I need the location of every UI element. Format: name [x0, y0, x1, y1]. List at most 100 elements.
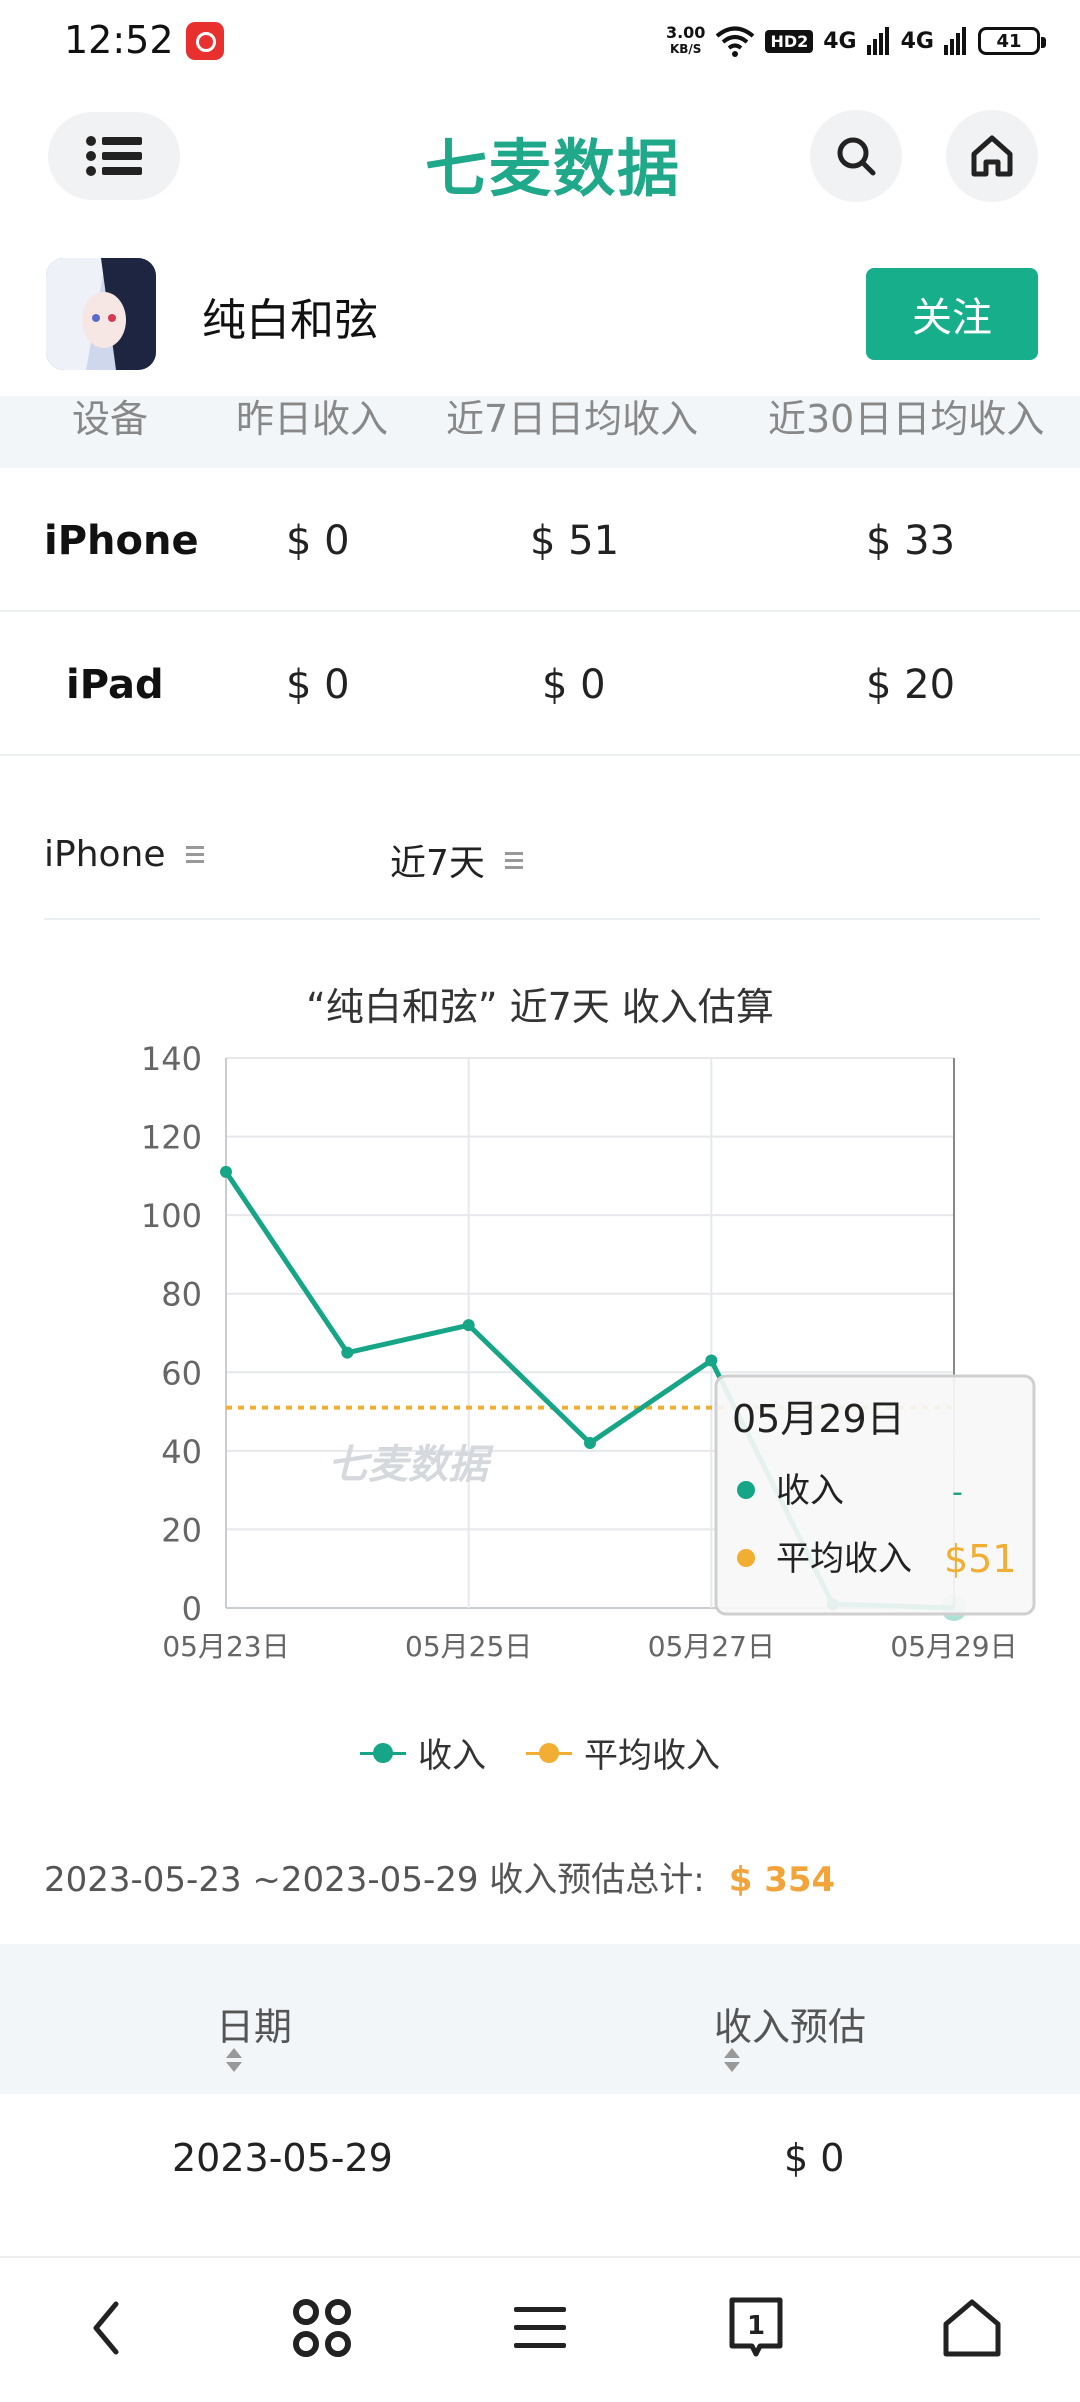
device-table-header: 设备 昨日收入 近7日日均收入 近30日日均收入: [0, 396, 1080, 468]
home-icon: [943, 2299, 1001, 2357]
device-name: iPhone: [44, 518, 199, 564]
x-tick-label: 05月23日: [162, 1630, 289, 1663]
tooltip-marker-average: [737, 1549, 755, 1567]
home-button[interactable]: [946, 110, 1038, 202]
status-icons: 3.00 KB/S HD2 4G 4G 41: [666, 18, 1046, 64]
tooltip-label-income: 收入: [776, 1471, 844, 1511]
data-point: [584, 1437, 596, 1449]
summary-total: $ 354: [728, 1860, 836, 1900]
col-device: 设备: [72, 397, 149, 441]
device-select[interactable]: iPhone: [44, 834, 204, 875]
network-speed: 3.00 KB/S: [666, 25, 705, 57]
col-date[interactable]: 日期: [216, 1996, 293, 2072]
apps-button[interactable]: [282, 2288, 362, 2368]
tooltip-value-income: -: [952, 1475, 963, 1510]
yesterday-income: $ 0: [286, 662, 350, 708]
table-row: 2023-05-29 $ 0: [0, 2094, 1080, 2224]
follow-button[interactable]: 关注: [866, 268, 1038, 360]
x-tick-label: 05月27日: [648, 1630, 775, 1663]
network-speed-value: 3.00: [665, 23, 706, 42]
y-tick-label: 80: [161, 1276, 202, 1314]
legend-average[interactable]: 平均收入: [526, 1728, 720, 1777]
y-tick-label: 60: [161, 1354, 202, 1392]
app-icon[interactable]: [46, 258, 156, 370]
col-date-label: 日期: [216, 2005, 293, 2049]
bottom-navigation: 1: [0, 2256, 1080, 2402]
signal-bars-icon: [866, 27, 889, 55]
list-icon: [185, 846, 204, 863]
search-icon: [837, 137, 876, 176]
table-row: iPhone $ 0 $ 51 $ 33: [0, 468, 1080, 612]
status-bar: 12:52 3.00 KB/S HD2 4G 4G 41: [0, 0, 1080, 84]
yesterday-income: $ 0: [286, 518, 350, 564]
back-button[interactable]: [66, 2288, 146, 2368]
data-point: [705, 1354, 718, 1367]
tooltip-value-average: $51: [944, 1537, 1017, 1581]
tabs-icon: 1: [729, 2297, 783, 2357]
col-income-label: 收入预估: [714, 2005, 867, 2049]
y-tick-label: 40: [161, 1433, 202, 1471]
home-button[interactable]: [932, 2288, 1012, 2368]
chart-legend: 收入 平均收入: [0, 1728, 1080, 1777]
device-select-value: iPhone: [44, 834, 166, 875]
list-icon: [504, 851, 523, 869]
avg7-income: $ 0: [542, 662, 606, 708]
legend-income[interactable]: 收入: [360, 1728, 486, 1777]
search-button[interactable]: [810, 110, 902, 202]
signal-4g-2: 4G: [900, 28, 934, 54]
period-select[interactable]: 近7天: [390, 834, 523, 886]
data-point: [341, 1346, 354, 1359]
tabs-button[interactable]: 1: [716, 2288, 796, 2368]
data-point: [220, 1165, 232, 1178]
x-tick-label: 05月25日: [405, 1630, 532, 1663]
y-tick-label: 20: [161, 1511, 202, 1549]
table-row: iPad $ 0 $ 0 $ 20: [0, 612, 1080, 756]
device-name: iPad: [66, 662, 164, 708]
income-chart[interactable]: 0 20 40 60 80 100 120 140 05月23日 05月25日 05月27日 05月2…: [0, 1030, 1080, 1670]
income-summary: 2023-05-23 ~2023-05-29 收入预估总计: $ 354: [44, 1852, 835, 1901]
app-name: 纯白和弦: [202, 295, 378, 346]
row-income: $ 0: [784, 2136, 845, 2180]
summary-range: 2023-05-23 ~2023-05-29 收入预估总计:: [44, 1860, 705, 1900]
site-logo[interactable]: 七麦数据: [418, 118, 688, 208]
netease-music-icon: [186, 22, 224, 60]
x-tick-label: 05月29日: [890, 1630, 1017, 1663]
y-tick-label: 120: [141, 1119, 202, 1157]
legend-label-average: 平均收入: [584, 1736, 720, 1776]
period-select-value: 近7天: [390, 843, 485, 884]
tooltip-date: 05月29日: [732, 1397, 905, 1441]
chart-watermark: 七麦数据: [328, 1442, 494, 1488]
menu-button[interactable]: [48, 112, 180, 200]
menu-button[interactable]: [500, 2288, 580, 2368]
col-avg7: 近7日日均收入: [446, 397, 699, 441]
y-tick-label: 0: [182, 1590, 202, 1628]
legend-label-income: 收入: [418, 1736, 486, 1776]
avg7-income: $ 51: [530, 518, 620, 564]
legend-marker-income: [360, 1742, 406, 1763]
apps-icon: [293, 2299, 351, 2357]
app-artwork-image: [46, 258, 156, 370]
daily-table-header: 日期 收入预估: [0, 1944, 1080, 2094]
battery-level: 41: [996, 30, 1022, 52]
col-avg30: 近30日日均收入: [768, 397, 1045, 441]
divider: [44, 918, 1040, 920]
row-date: 2023-05-29: [172, 2136, 393, 2180]
back-icon: [93, 2301, 119, 2355]
wifi-icon: [716, 26, 755, 57]
status-time: 12:52: [64, 18, 174, 62]
y-tick-label: 140: [141, 1040, 202, 1078]
menu-icon: [86, 136, 142, 176]
avg30-income: $ 33: [866, 518, 956, 564]
col-income[interactable]: 收入预估: [714, 1996, 867, 2072]
tooltip-label-average: 平均收入: [776, 1539, 912, 1579]
signal-4g-1: 4G: [823, 28, 857, 54]
data-point: [462, 1319, 475, 1332]
battery-icon: 41: [978, 27, 1046, 55]
y-tick-label: 100: [141, 1197, 202, 1235]
avg30-income: $ 20: [866, 662, 956, 708]
sort-icon: [724, 2048, 740, 2072]
legend-marker-average: [526, 1742, 572, 1763]
menu-icon: [514, 2307, 566, 2348]
signal-bars-icon: [944, 27, 966, 55]
tooltip-marker-income: [737, 1481, 755, 1499]
